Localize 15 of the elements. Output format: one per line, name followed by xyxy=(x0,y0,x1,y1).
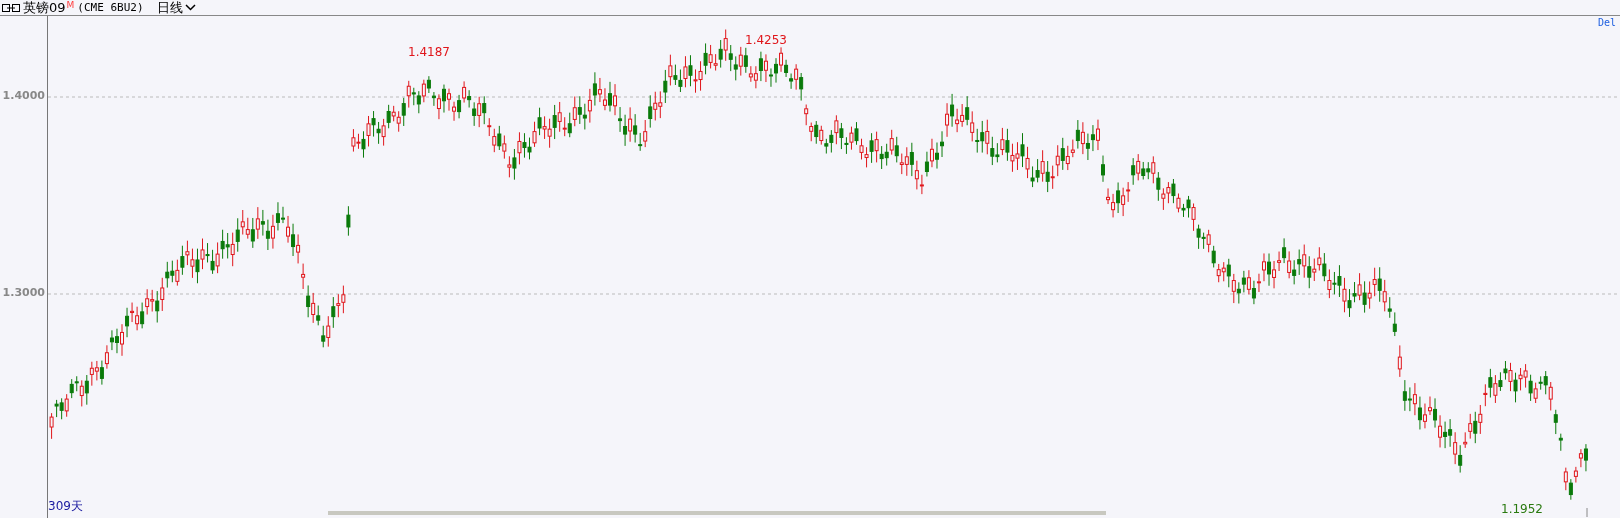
market-superscript: M xyxy=(66,0,75,10)
price-marker: 1.1952 xyxy=(1501,502,1543,516)
period-dropdown[interactable]: 日线 xyxy=(156,0,196,15)
scrollbar[interactable] xyxy=(328,511,1106,515)
tick-mark xyxy=(1586,507,1588,517)
price-label: 1.4000 xyxy=(2,89,45,102)
bar-count: 309天 xyxy=(48,498,83,515)
corner-label: Del xyxy=(1597,17,1616,28)
symbol-name: 英镑09 xyxy=(23,0,66,15)
caret-icon xyxy=(184,4,196,11)
link-icon xyxy=(2,3,20,12)
price-marker: 1.4187 xyxy=(408,45,450,59)
contract-code: (CME 6BU2) xyxy=(77,0,144,15)
price-label: 1.3000 xyxy=(2,286,45,299)
price-marker: 1.4253 xyxy=(745,33,787,47)
